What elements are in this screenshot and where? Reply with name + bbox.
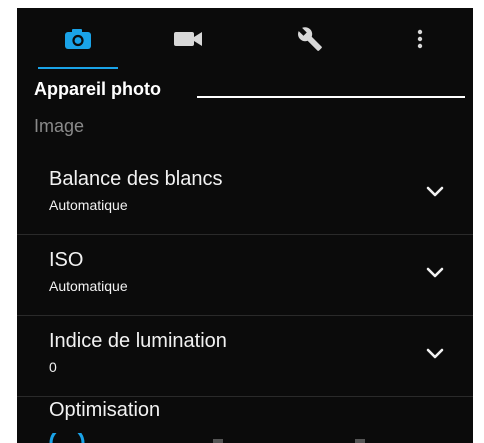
setting-label: Balance des blancs bbox=[49, 168, 223, 190]
section-header: Appareil photo bbox=[34, 78, 466, 100]
camera-icon bbox=[65, 29, 91, 49]
more-vertical-icon bbox=[417, 29, 423, 49]
category-label: Image bbox=[34, 116, 85, 136]
setting-value: Automatique bbox=[49, 197, 128, 213]
wrench-icon bbox=[298, 27, 322, 51]
camera-settings-panel: Appareil photo Image Balance des blancs … bbox=[17, 8, 473, 443]
tab-camera[interactable] bbox=[38, 8, 118, 70]
setting-value: 0 bbox=[49, 359, 57, 375]
setting-label: Indice de lumination bbox=[49, 330, 227, 352]
setting-value: Automatique bbox=[49, 278, 128, 294]
setting-row-exposure[interactable]: Indice de lumination 0 bbox=[17, 316, 473, 397]
chevron-down-icon[interactable] bbox=[426, 346, 444, 360]
tab-more[interactable] bbox=[392, 8, 448, 70]
optimisation-label: Optimisation bbox=[49, 399, 161, 421]
video-camera-icon bbox=[174, 32, 202, 46]
setting-label: ISO bbox=[49, 249, 84, 271]
chevron-down-icon[interactable] bbox=[426, 184, 444, 198]
active-tab-indicator bbox=[38, 67, 118, 69]
section-divider bbox=[197, 96, 465, 98]
tab-tools[interactable] bbox=[270, 8, 350, 70]
section-title: Appareil photo bbox=[34, 79, 161, 99]
setting-row-iso[interactable]: ISO Automatique bbox=[17, 235, 473, 316]
tab-bar bbox=[17, 8, 473, 70]
optimisation-options-partial[interactable] bbox=[17, 433, 473, 443]
setting-row-white-balance[interactable]: Balance des blancs Automatique bbox=[17, 154, 473, 235]
chevron-down-icon[interactable] bbox=[426, 265, 444, 279]
tab-video[interactable] bbox=[148, 8, 228, 70]
